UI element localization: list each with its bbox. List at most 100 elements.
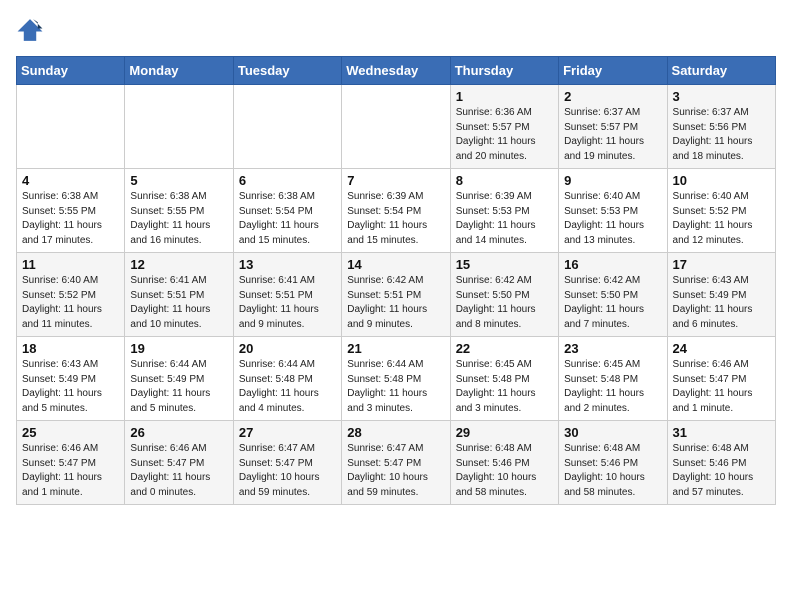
day-of-week-header: Wednesday bbox=[342, 57, 450, 85]
day-info: Sunrise: 6:42 AM Sunset: 5:50 PM Dayligh… bbox=[564, 274, 661, 332]
day-info: Sunrise: 6:47 AM Sunset: 5:47 PM Dayligh… bbox=[239, 442, 336, 500]
day-info: Sunrise: 6:38 AM Sunset: 5:55 PM Dayligh… bbox=[22, 190, 119, 248]
day-number: 18 bbox=[22, 341, 119, 356]
calendar-cell: 29 Sunrise: 6:48 AM Sunset: 5:46 PM Dayli… bbox=[450, 421, 558, 505]
day-info: Sunrise: 6:38 AM Sunset: 5:55 PM Dayligh… bbox=[130, 190, 227, 248]
calendar-cell: 16 Sunrise: 6:42 AM Sunset: 5:50 PM Dayli… bbox=[559, 253, 667, 337]
calendar-cell: 2 Sunrise: 6:37 AM Sunset: 5:57 PM Daylig… bbox=[559, 85, 667, 169]
day-number: 14 bbox=[347, 257, 444, 272]
day-info: Sunrise: 6:37 AM Sunset: 5:57 PM Dayligh… bbox=[564, 106, 661, 164]
calendar-cell: 27 Sunrise: 6:47 AM Sunset: 5:47 PM Dayli… bbox=[233, 421, 341, 505]
calendar-cell: 11 Sunrise: 6:40 AM Sunset: 5:52 PM Dayli… bbox=[17, 253, 125, 337]
day-info: Sunrise: 6:46 AM Sunset: 5:47 PM Dayligh… bbox=[130, 442, 227, 500]
day-number: 2 bbox=[564, 89, 661, 104]
calendar-cell: 13 Sunrise: 6:41 AM Sunset: 5:51 PM Dayli… bbox=[233, 253, 341, 337]
calendar-week-row: 4 Sunrise: 6:38 AM Sunset: 5:55 PM Daylig… bbox=[17, 169, 776, 253]
day-number: 3 bbox=[673, 89, 770, 104]
day-number: 26 bbox=[130, 425, 227, 440]
day-number: 17 bbox=[673, 257, 770, 272]
day-info: Sunrise: 6:45 AM Sunset: 5:48 PM Dayligh… bbox=[564, 358, 661, 416]
day-number: 15 bbox=[456, 257, 553, 272]
logo-icon bbox=[16, 16, 44, 44]
calendar-cell: 14 Sunrise: 6:42 AM Sunset: 5:51 PM Dayli… bbox=[342, 253, 450, 337]
day-of-week-header: Thursday bbox=[450, 57, 558, 85]
calendar-cell: 25Sunrise: 6:46 AM Sunset: 5:47 PM Dayli… bbox=[17, 421, 125, 505]
day-of-week-header: Tuesday bbox=[233, 57, 341, 85]
day-info: Sunrise: 6:40 AM Sunset: 5:53 PM Dayligh… bbox=[564, 190, 661, 248]
calendar-week-row: 25 Sunrise: 6:46 AM Sunset: 5:47 PM Dayli… bbox=[17, 421, 776, 505]
logo bbox=[16, 16, 46, 44]
day-of-week-header: Friday bbox=[559, 57, 667, 85]
calendar-cell bbox=[17, 85, 125, 169]
calendar-cell: 6 Sunrise: 6:38 AM Sunset: 5:54 PM Daylig… bbox=[233, 169, 341, 253]
day-info: Sunrise: 6:44 AM Sunset: 5:48 PM Dayligh… bbox=[347, 358, 444, 416]
day-info: Sunrise: 6:37 AM Sunset: 5:56 PM Dayligh… bbox=[673, 106, 770, 164]
day-number: 23 bbox=[564, 341, 661, 356]
calendar-cell bbox=[342, 85, 450, 169]
calendar-cell: 12 Sunrise: 6:41 AM Sunset: 5:51 PM Dayli… bbox=[125, 253, 233, 337]
calendar-week-row: 1 Sunrise: 6:36 AM Sunset: 5:57 PM Daylig… bbox=[17, 85, 776, 169]
calendar-cell: 7Sunrise: 6:39 AM Sunset: 5:54 PM Daylig… bbox=[342, 169, 450, 253]
calendar-cell: 5 Sunrise: 6:38 AM Sunset: 5:55 PM Daylig… bbox=[125, 169, 233, 253]
calendar-cell: 26 Sunrise: 6:46 AM Sunset: 5:47 PM Dayli… bbox=[125, 421, 233, 505]
calendar-cell: 22Sunrise: 6:45 AM Sunset: 5:48 PM Dayli… bbox=[450, 337, 558, 421]
day-number: 7 bbox=[347, 173, 444, 188]
day-number: 8 bbox=[456, 173, 553, 188]
day-number: 31 bbox=[673, 425, 770, 440]
day-info: Sunrise: 6:44 AM Sunset: 5:49 PM Dayligh… bbox=[130, 358, 227, 416]
calendar-cell: 10Sunrise: 6:40 AM Sunset: 5:52 PM Dayli… bbox=[667, 169, 775, 253]
day-info: Sunrise: 6:39 AM Sunset: 5:53 PM Dayligh… bbox=[456, 190, 553, 248]
day-number: 9 bbox=[564, 173, 661, 188]
calendar-cell bbox=[233, 85, 341, 169]
day-of-week-header: Monday bbox=[125, 57, 233, 85]
calendar-header-row: SundayMondayTuesdayWednesdayThursdayFrid… bbox=[17, 57, 776, 85]
calendar-cell: 20Sunrise: 6:44 AM Sunset: 5:48 PM Dayli… bbox=[233, 337, 341, 421]
day-info: Sunrise: 6:42 AM Sunset: 5:51 PM Dayligh… bbox=[347, 274, 444, 332]
day-number: 16 bbox=[564, 257, 661, 272]
day-number: 25 bbox=[22, 425, 119, 440]
day-info: Sunrise: 6:41 AM Sunset: 5:51 PM Dayligh… bbox=[130, 274, 227, 332]
calendar-cell: 19Sunrise: 6:44 AM Sunset: 5:49 PM Dayli… bbox=[125, 337, 233, 421]
day-info: Sunrise: 6:36 AM Sunset: 5:57 PM Dayligh… bbox=[456, 106, 553, 164]
calendar-cell: 15 Sunrise: 6:42 AM Sunset: 5:50 PM Dayli… bbox=[450, 253, 558, 337]
calendar-cell: 23 Sunrise: 6:45 AM Sunset: 5:48 PM Dayli… bbox=[559, 337, 667, 421]
day-number: 30 bbox=[564, 425, 661, 440]
day-number: 5 bbox=[130, 173, 227, 188]
day-number: 1 bbox=[456, 89, 553, 104]
calendar-table: SundayMondayTuesdayWednesdayThursdayFrid… bbox=[16, 56, 776, 505]
calendar-week-row: 18 Sunrise: 6:43 AM Sunset: 5:49 PM Dayli… bbox=[17, 337, 776, 421]
day-number: 11 bbox=[22, 257, 119, 272]
calendar-cell: 1 Sunrise: 6:36 AM Sunset: 5:57 PM Daylig… bbox=[450, 85, 558, 169]
day-info: Sunrise: 6:47 AM Sunset: 5:47 PM Dayligh… bbox=[347, 442, 444, 500]
day-number: 12 bbox=[130, 257, 227, 272]
calendar-cell: 17 Sunrise: 6:43 AM Sunset: 5:49 PM Dayli… bbox=[667, 253, 775, 337]
calendar-cell: 31Sunrise: 6:48 AM Sunset: 5:46 PM Dayli… bbox=[667, 421, 775, 505]
calendar-week-row: 11 Sunrise: 6:40 AM Sunset: 5:52 PM Dayli… bbox=[17, 253, 776, 337]
calendar-cell: 8 Sunrise: 6:39 AM Sunset: 5:53 PM Daylig… bbox=[450, 169, 558, 253]
day-number: 13 bbox=[239, 257, 336, 272]
day-info: Sunrise: 6:48 AM Sunset: 5:46 PM Dayligh… bbox=[456, 442, 553, 500]
day-info: Sunrise: 6:40 AM Sunset: 5:52 PM Dayligh… bbox=[673, 190, 770, 248]
day-info: Sunrise: 6:38 AM Sunset: 5:54 PM Dayligh… bbox=[239, 190, 336, 248]
day-info: Sunrise: 6:40 AM Sunset: 5:52 PM Dayligh… bbox=[22, 274, 119, 332]
day-number: 29 bbox=[456, 425, 553, 440]
day-number: 24 bbox=[673, 341, 770, 356]
day-info: Sunrise: 6:43 AM Sunset: 5:49 PM Dayligh… bbox=[22, 358, 119, 416]
day-number: 4 bbox=[22, 173, 119, 188]
day-of-week-header: Sunday bbox=[17, 57, 125, 85]
calendar-cell: 21Sunrise: 6:44 AM Sunset: 5:48 PM Dayli… bbox=[342, 337, 450, 421]
calendar-cell: 9 Sunrise: 6:40 AM Sunset: 5:53 PM Daylig… bbox=[559, 169, 667, 253]
calendar-cell: 18 Sunrise: 6:43 AM Sunset: 5:49 PM Dayli… bbox=[17, 337, 125, 421]
calendar-cell: 24 Sunrise: 6:46 AM Sunset: 5:47 PM Dayli… bbox=[667, 337, 775, 421]
day-info: Sunrise: 6:42 AM Sunset: 5:50 PM Dayligh… bbox=[456, 274, 553, 332]
day-number: 28 bbox=[347, 425, 444, 440]
calendar-cell: 3 Sunrise: 6:37 AM Sunset: 5:56 PM Daylig… bbox=[667, 85, 775, 169]
day-info: Sunrise: 6:41 AM Sunset: 5:51 PM Dayligh… bbox=[239, 274, 336, 332]
day-info: Sunrise: 6:46 AM Sunset: 5:47 PM Dayligh… bbox=[673, 358, 770, 416]
day-number: 6 bbox=[239, 173, 336, 188]
day-info: Sunrise: 6:43 AM Sunset: 5:49 PM Dayligh… bbox=[673, 274, 770, 332]
page-header bbox=[16, 16, 776, 44]
day-number: 27 bbox=[239, 425, 336, 440]
calendar-cell bbox=[125, 85, 233, 169]
calendar-cell: 28 Sunrise: 6:47 AM Sunset: 5:47 PM Dayli… bbox=[342, 421, 450, 505]
